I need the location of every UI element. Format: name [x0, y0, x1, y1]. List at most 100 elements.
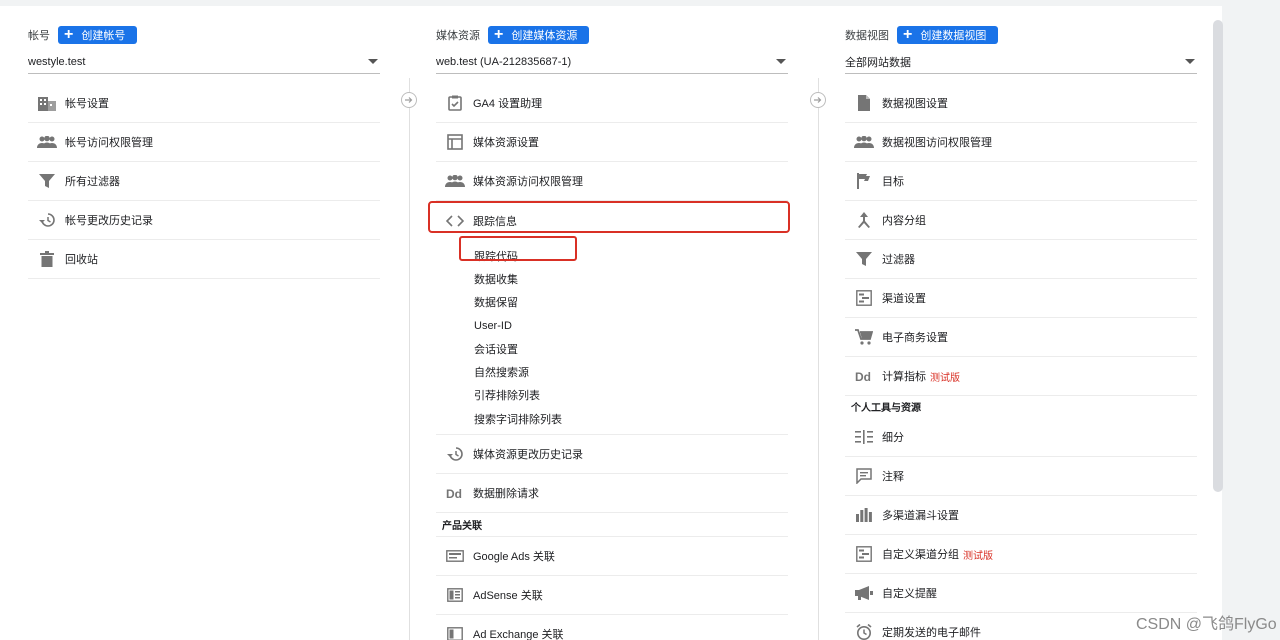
- menu-item-google-ads[interactable]: Google Ads 关联: [436, 537, 788, 577]
- filter-icon: [36, 172, 58, 190]
- menu-item-custom-alerts[interactable]: 自定义提醒: [845, 574, 1197, 613]
- property-header: 媒体资源 + 创建媒体资源: [436, 24, 788, 46]
- menu-item-segments[interactable]: 细分: [845, 418, 1197, 457]
- property-selector[interactable]: web.test (UA-212835687-1): [436, 50, 788, 74]
- account-column: 帐号 + 创建帐号 westyle.test 帐号设置 帐号访问权限管理 所有过…: [28, 24, 380, 279]
- property-title: 媒体资源: [436, 30, 480, 42]
- menu-item-label: 注释: [882, 471, 904, 483]
- create-property-label: 创建媒体资源: [511, 30, 578, 42]
- menu-item-ad-exchange[interactable]: Ad Exchange 关联: [436, 615, 788, 640]
- menu-item-ga4-setup[interactable]: GA4 设置助理: [436, 84, 788, 123]
- menu-item-ecommerce-settings[interactable]: 电子商务设置: [845, 318, 1197, 357]
- menu-item-label: 过滤器: [882, 254, 915, 266]
- dd-icon: Dd: [444, 484, 466, 502]
- menu-item-label: 帐号设置: [65, 98, 109, 110]
- menu-item-property-access[interactable]: 媒体资源访问权限管理: [436, 162, 788, 201]
- view-selector[interactable]: 全部网站数据: [845, 50, 1197, 74]
- menu-item-goals[interactable]: 目标: [845, 162, 1197, 201]
- clipboard-check-icon: [444, 94, 466, 112]
- arrow-right-icon: [810, 92, 826, 108]
- menu-item-view-settings[interactable]: 数据视图设置: [845, 84, 1197, 123]
- right-gutter: [1222, 0, 1280, 640]
- view-header: 数据视图 + 创建数据视图: [845, 24, 1197, 46]
- building-icon: [36, 94, 58, 112]
- section-product-links: 产品关联: [436, 513, 788, 538]
- comment-icon: [853, 467, 875, 485]
- content-group-icon: [853, 211, 875, 229]
- menu-item-view-access[interactable]: 数据视图访问权限管理: [845, 123, 1197, 162]
- menu-item-channel-settings[interactable]: 渠道设置: [845, 279, 1197, 318]
- menu-item-account-history[interactable]: 帐号更改历史记录: [28, 201, 380, 240]
- view-selected: 全部网站数据: [845, 56, 911, 69]
- menu-item-data-deletion[interactable]: Dd 数据删除请求: [436, 474, 788, 514]
- menu-item-property-history[interactable]: 媒体资源更改历史记录: [436, 435, 788, 475]
- account-selector[interactable]: westyle.test: [28, 50, 380, 74]
- menu-item-label: 媒体资源设置: [473, 137, 539, 149]
- menu-item-property-settings[interactable]: 媒体资源设置: [436, 123, 788, 162]
- watermark: CSDN @飞鸽FlyGo: [1136, 616, 1277, 633]
- history-icon: [444, 445, 466, 463]
- menu-item-label: 计算指标: [882, 371, 926, 383]
- menu-item-label: 内容分组: [882, 215, 926, 227]
- ads-icon: [444, 547, 466, 565]
- filter-icon: [853, 250, 875, 268]
- menu-item-annotations[interactable]: 注释: [845, 457, 1197, 496]
- menu-item-trash[interactable]: 回收站: [28, 240, 380, 279]
- submenu-item-session-settings[interactable]: 会话设置: [436, 337, 788, 360]
- menu-item-account-settings[interactable]: 帐号设置: [28, 84, 380, 123]
- menu-item-label: Google Ads 关联: [473, 551, 555, 564]
- menu-item-filters[interactable]: 过滤器: [845, 240, 1197, 279]
- create-property-button[interactable]: + 创建媒体资源: [488, 26, 590, 44]
- menu-item-all-filters[interactable]: 所有过滤器: [28, 162, 380, 201]
- menu-item-label: 电子商务设置: [882, 332, 948, 344]
- adexchange-icon: [444, 625, 466, 640]
- people-icon: [853, 133, 875, 151]
- menu-item-label: 媒体资源访问权限管理: [473, 176, 583, 188]
- plus-icon: +: [494, 26, 504, 43]
- submenu-item-user-id[interactable]: User-ID: [436, 314, 788, 337]
- property-column: 媒体资源 + 创建媒体资源 web.test (UA-212835687-1) …: [436, 24, 788, 640]
- scrollbar[interactable]: [1213, 20, 1223, 492]
- channel-icon: [853, 289, 875, 307]
- document-icon: [853, 94, 875, 112]
- top-strip: [0, 0, 1236, 6]
- menu-item-label: 目标: [882, 176, 904, 188]
- svg-text:Dd: Dd: [855, 370, 871, 382]
- column-divider: [409, 78, 410, 640]
- dd-icon: Dd: [853, 367, 875, 385]
- menu-item-account-access[interactable]: 帐号访问权限管理: [28, 123, 380, 162]
- section-personal-tools: 个人工具与资源: [851, 403, 921, 414]
- submenu-item-data-collection[interactable]: 数据收集: [436, 267, 788, 290]
- property-menu: GA4 设置助理 媒体资源设置 媒体资源访问权限管理 跟踪信息 跟踪代码 数据收…: [436, 84, 788, 640]
- menu-item-label: GA4 设置助理: [473, 98, 543, 110]
- menu-item-label: Ad Exchange 关联: [473, 629, 564, 640]
- view-menu: 数据视图设置 数据视图访问权限管理 目标 内容分组 过滤器 渠道设置 电子商务设…: [845, 84, 1197, 640]
- property-selected: web.test (UA-212835687-1): [436, 55, 572, 68]
- create-view-label: 创建数据视图: [920, 30, 987, 42]
- submenu-item-organic-search-sources[interactable]: 自然搜索源: [436, 360, 788, 383]
- arrow-right-icon: [401, 92, 417, 108]
- menu-item-adsense[interactable]: AdSense 关联: [436, 576, 788, 616]
- create-account-button[interactable]: + 创建帐号: [58, 26, 138, 44]
- flag-icon: [853, 172, 875, 190]
- create-account-label: 创建帐号: [81, 30, 126, 42]
- menu-item-label: 多渠道漏斗设置: [882, 510, 959, 522]
- view-title: 数据视图: [845, 30, 889, 42]
- menu-item-label: 数据视图设置: [882, 98, 948, 110]
- create-view-button[interactable]: + 创建数据视图: [897, 26, 999, 44]
- menu-item-label: 渠道设置: [882, 293, 926, 305]
- submenu-item-referral-exclusion[interactable]: 引荐排除列表: [436, 384, 788, 407]
- submenu-item-data-retention[interactable]: 数据保留: [436, 291, 788, 314]
- menu-item-custom-channel-grouping[interactable]: 自定义渠道分组 测试版: [845, 535, 1197, 574]
- view-column: 数据视图 + 创建数据视图 全部网站数据 数据视图设置 数据视图访问权限管理 目…: [845, 24, 1197, 640]
- highlight-tracking-code: [459, 236, 577, 261]
- submenu-item-search-term-exclusion[interactable]: 搜索字词排除列表: [436, 407, 788, 430]
- menu-item-calculated-metrics[interactable]: Dd 计算指标 测试版: [845, 357, 1197, 396]
- menu-item-content-grouping[interactable]: 内容分组: [845, 201, 1197, 240]
- menu-item-mcf-settings[interactable]: 多渠道漏斗设置: [845, 496, 1197, 535]
- menu-item-label: 自定义渠道分组: [882, 549, 959, 561]
- segments-icon: [853, 428, 875, 446]
- menu-item-label: AdSense 关联: [473, 590, 543, 603]
- column-divider: [818, 78, 819, 640]
- beta-badge: 测试版: [963, 550, 993, 562]
